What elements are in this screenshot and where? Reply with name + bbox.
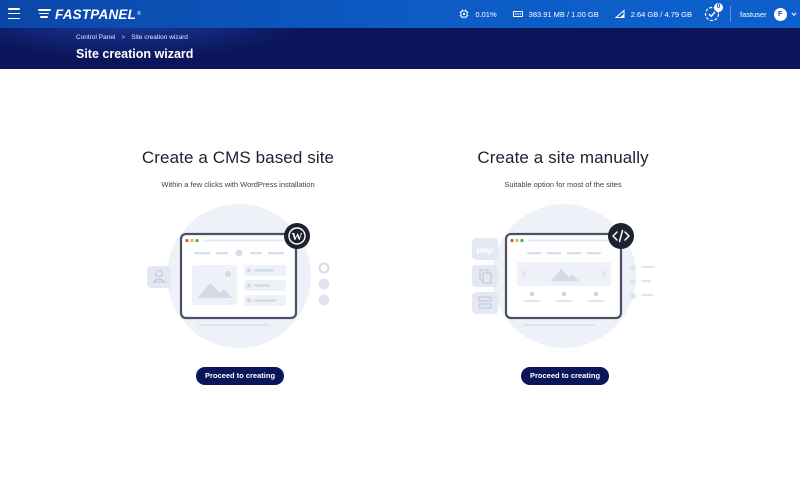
logo-mark-icon (38, 8, 51, 20)
logo-registered-mark: ® (137, 11, 141, 17)
disk-stat: 2.64 GB / 4.79 GB (614, 9, 692, 19)
manual-card-title: Create a site manually (477, 148, 649, 167)
cpu-value: 0.01% (475, 9, 497, 19)
user-menu[interactable]: fastuser F (740, 0, 797, 28)
code-icon (608, 223, 634, 249)
topbar-divider (730, 6, 731, 22)
notification-count-badge: 0 (714, 3, 723, 12)
ram-value: 383.91 MB / 1.00 GB (528, 9, 599, 19)
page-header: Control Panel > Site creation wizard Sit… (0, 28, 800, 69)
manual-card-subtitle: Suitable option for most of the sites (504, 180, 622, 189)
page-title: Site creation wizard (76, 47, 194, 61)
cpu-stat: 0.01% (459, 9, 497, 19)
cpu-icon (459, 9, 469, 19)
breadcrumb-control-panel[interactable]: Control Panel (76, 34, 115, 41)
breadcrumb-separator: > (121, 34, 126, 41)
avatar: F (773, 7, 787, 21)
svg-text:php: php (475, 246, 493, 255)
chevron-down-icon (791, 12, 797, 16)
cms-site-card: Create a CMS based site Within a few cli… (108, 146, 368, 385)
header-glow (0, 28, 420, 69)
ram-icon (512, 11, 523, 17)
server-stats: 0.01% 383.91 MB / 1.00 GB 2.64 GB / 4.79… (443, 0, 692, 28)
cms-proceed-button[interactable]: Proceed to creating (196, 367, 285, 385)
disk-value: 2.64 GB / 4.79 GB (630, 9, 692, 19)
disk-icon (614, 9, 625, 18)
logo[interactable]: FASTPANEL ® (38, 6, 141, 22)
top-bar: FASTPANEL ® 0.01% 383.91 MB / 1.00 GB 2.… (0, 0, 800, 28)
logo-text: FASTPANEL (55, 6, 137, 22)
manual-site-card: Create a site manually Suitable option f… (433, 146, 693, 385)
manual-illustration: php (472, 204, 655, 348)
cms-illustration: W (147, 204, 330, 348)
svg-text:W: W (292, 231, 303, 243)
ram-stat: 383.91 MB / 1.00 GB (512, 9, 599, 19)
manual-proceed-button[interactable]: Proceed to creating (521, 367, 610, 385)
breadcrumb: Control Panel > Site creation wizard (76, 34, 188, 41)
wordpress-icon: W (284, 223, 310, 249)
breadcrumb-current: Site creation wizard (131, 34, 188, 41)
hamburger-icon[interactable] (8, 8, 20, 20)
notifications-button[interactable]: 0 (704, 3, 723, 22)
username: fastuser (740, 9, 767, 19)
cms-card-title: Create a CMS based site (141, 148, 335, 167)
cms-card-subtitle: Within a few clicks with WordPress insta… (161, 180, 315, 189)
